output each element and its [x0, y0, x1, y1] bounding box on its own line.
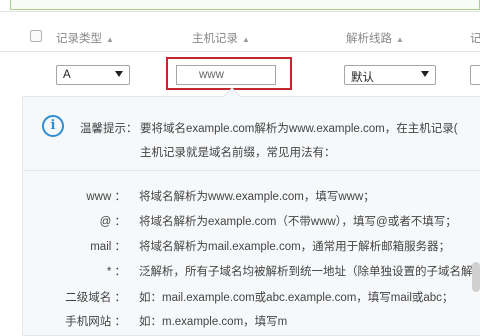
- host-record-input[interactable]: [176, 65, 276, 85]
- tip-line-1: 要将域名example.com解析为www.example.com，在主机记录(: [140, 123, 458, 135]
- header-record-value-label: 记: [470, 33, 480, 45]
- header-host-record-label: 主机记录: [192, 33, 238, 45]
- top-bar: [0, 0, 480, 12]
- example-key: * ：: [106, 266, 126, 278]
- table-header: 记录类型 ▲ 主机记录 ▲ 解析线路 ▲ 记: [0, 22, 480, 52]
- record-type-select[interactable]: A: [56, 65, 130, 85]
- tip-line-2: 主机记录就是域名前缀，常见用法有：: [140, 147, 336, 159]
- header-record-type-label: 记录类型: [56, 33, 102, 45]
- sort-up-icon[interactable]: ▲: [106, 35, 114, 44]
- example-value: 泛解析，所有子域名均被解析到统一地址（除单独设置的子域名解: [139, 266, 473, 278]
- example-key: 手机网站 ：: [65, 316, 126, 328]
- example-key: @ ：: [99, 216, 126, 228]
- example-value: 将域名解析为example.com（不带www），填写@或者不填写；: [139, 216, 457, 228]
- chevron-down-icon: [421, 71, 429, 77]
- example-value: 如：m.example.com，填写m: [139, 316, 288, 328]
- example-key: www ：: [86, 191, 126, 203]
- scrollbar-thumb[interactable]: [472, 262, 480, 292]
- record-value-input[interactable]: [470, 65, 480, 85]
- header-record-type[interactable]: 记录类型 ▲: [56, 30, 114, 46]
- example-value: 将域名解析为mail.example.com，通常用于解析邮箱服务器；: [139, 241, 451, 253]
- sort-up-icon[interactable]: ▲: [396, 35, 404, 44]
- line-select[interactable]: 默认: [344, 65, 436, 85]
- record-type-value: A: [63, 69, 71, 81]
- example-value: 将域名解析为www.example.com，填写www；: [139, 191, 375, 203]
- tip-divider: [22, 170, 480, 171]
- header-record-value[interactable]: 记: [470, 30, 480, 46]
- header-line-label: 解析线路: [346, 33, 392, 45]
- chevron-down-icon: [115, 71, 123, 77]
- top-bar-accent: [10, 0, 480, 10]
- header-host-record[interactable]: 主机记录 ▲: [192, 30, 250, 46]
- header-line[interactable]: 解析线路 ▲: [346, 30, 404, 46]
- example-key: 二级域名 ：: [65, 292, 126, 304]
- info-icon: i: [42, 115, 64, 137]
- tip-title: 温馨提示：: [80, 123, 138, 135]
- example-value: 如：mail.example.com或abc.example.com，填写mai…: [139, 292, 454, 304]
- sort-up-icon[interactable]: ▲: [242, 35, 250, 44]
- line-value: 默认: [351, 72, 374, 84]
- example-key: mail ：: [90, 241, 126, 253]
- checkbox-icon[interactable]: [30, 30, 42, 42]
